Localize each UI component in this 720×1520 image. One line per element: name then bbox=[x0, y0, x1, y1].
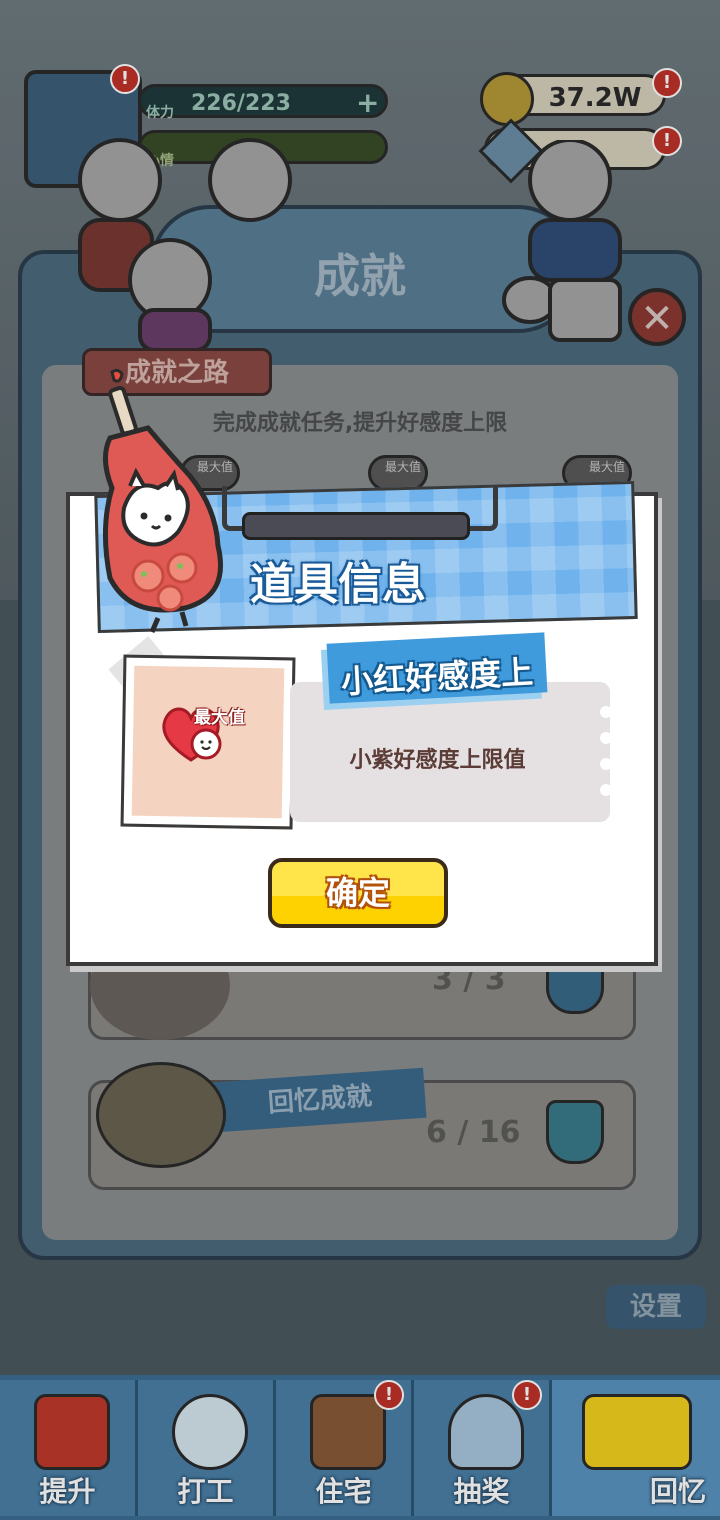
modal-title: 道具信息 bbox=[250, 559, 426, 610]
confirm-button[interactable]: 确定 bbox=[268, 858, 448, 928]
modal-hanger-bar bbox=[242, 512, 470, 540]
ketchup-cat-mascot-icon bbox=[103, 368, 224, 633]
ticket-perforation bbox=[600, 732, 612, 744]
item-max-tag: 最大值 bbox=[194, 708, 245, 728]
ticket-perforation bbox=[600, 758, 612, 770]
ticket-perforation bbox=[600, 706, 612, 718]
item-description: 小紫好感度上限值 bbox=[349, 748, 526, 773]
ticket-perforation bbox=[600, 784, 612, 796]
